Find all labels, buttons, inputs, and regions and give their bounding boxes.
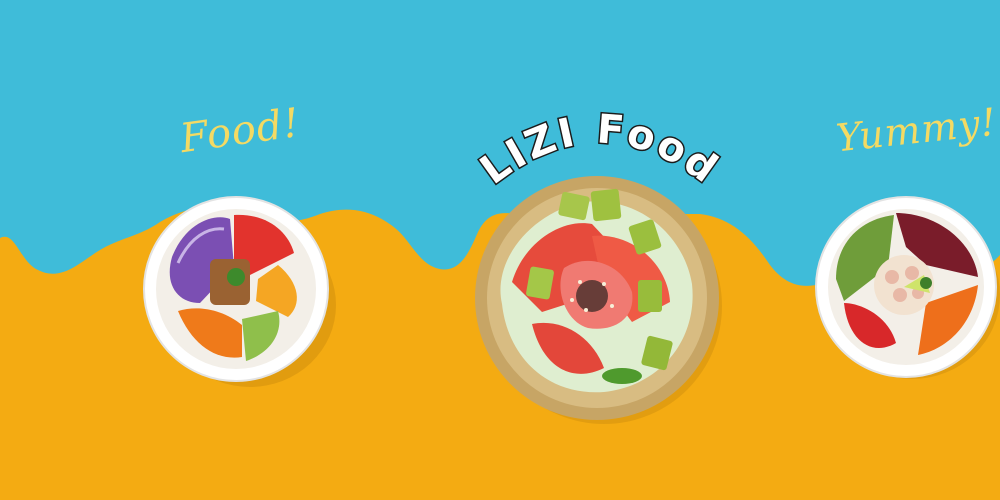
brand-title-text: LIZI Food	[471, 108, 727, 195]
svg-text:LIZI Food: LIZI Food	[472, 108, 728, 194]
left-salad-bowl	[143, 196, 336, 387]
food-banner: Food! Yummy! LIZI Food	[0, 0, 1000, 500]
right-salad-bowl	[815, 196, 1000, 379]
brand-title: LIZI Food	[471, 108, 728, 195]
